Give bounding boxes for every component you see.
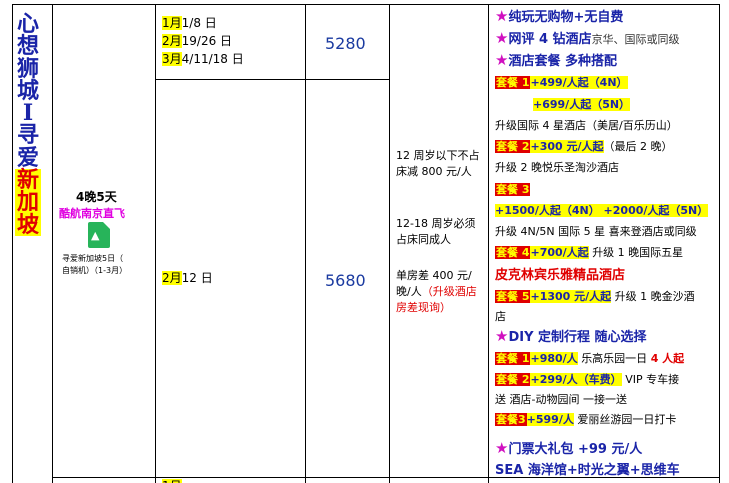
date-line: 2月19/26 日 xyxy=(162,34,233,48)
hotel-name: 皮克林宾乐雅精品酒店 xyxy=(495,268,626,283)
title-char: 寻 xyxy=(16,122,39,149)
pdf-caption: 自销机）（1-3月） xyxy=(62,266,128,275)
price-value: 5680 xyxy=(325,271,366,290)
table-border-top xyxy=(12,4,719,5)
itinerary-table: 心 想 狮 城 I 寻 爱 新 加 坡 4晚5天 酷航南京直飞 ▲ 寻爱新加坡5… xyxy=(0,0,729,483)
col-divider xyxy=(52,4,53,483)
package-line: 套餐 5+1300 元/人起 升级 1 晚金沙酒 xyxy=(495,290,695,303)
duration-label: 4晚5天 xyxy=(76,190,117,204)
date-line: 2月12 日 xyxy=(162,271,213,285)
package-line: 套餐 3 xyxy=(495,183,531,196)
pdf-caption: 寻爱新加坡5日（ xyxy=(62,254,124,263)
vertical-title: 心 想 狮 城 I 寻 爱 新 加 坡 xyxy=(14,13,42,236)
package-desc: 升级国际 4 星酒店（美居/百乐历山） xyxy=(495,119,678,132)
title-char: 爱 xyxy=(16,144,39,171)
col-divider xyxy=(305,4,306,483)
table-border-left xyxy=(12,4,13,483)
date-line: 1月1/8 日 xyxy=(162,16,217,30)
col-divider xyxy=(389,4,390,483)
row-divider xyxy=(155,79,389,80)
feature-line: ★门票大礼包 +99 元/人 xyxy=(495,439,643,457)
title-char: 加 xyxy=(15,189,41,216)
package-line: 套餐 4+700/人起 升级 1 晚国际五星 xyxy=(495,246,684,259)
single-room-note: 单房差 400 元/晚/人（升级酒店房差现询） xyxy=(396,269,477,314)
airline-label: 酷航南京直飞 xyxy=(59,207,125,220)
feature-line: ★酒店套餐 多种搭配 xyxy=(495,51,617,69)
pdf-file-icon[interactable]: ▲ xyxy=(88,222,110,248)
feature-line: ★纯玩无购物+无自费 xyxy=(495,7,624,25)
child-note: 12-18 周岁必须占床同成人 xyxy=(396,217,476,246)
col-divider xyxy=(488,4,489,483)
title-char: 心 xyxy=(16,11,39,37)
package-desc: 升级 2 晚悦乐圣淘沙酒店 xyxy=(495,161,619,174)
price-value: 5280 xyxy=(325,34,366,53)
feature-line: ★DIY 定制行程 随心选择 xyxy=(495,327,647,345)
title-char: 想 xyxy=(16,33,39,60)
col-divider xyxy=(155,4,156,483)
title-char: 城 xyxy=(16,77,39,104)
package-desc: 店 xyxy=(495,310,506,323)
child-note: 12 周岁以下不占床减 800 元/人 xyxy=(396,149,480,178)
package-desc: 送 酒店-动物园间 一接一送 xyxy=(495,393,627,406)
title-char: I xyxy=(22,100,34,127)
package-line: 套餐 2+300 元/人起（最后 2 晚） xyxy=(495,140,673,153)
date-line: 3月4/11/18 日 xyxy=(162,52,244,66)
title-char: 狮 xyxy=(16,55,39,82)
package-line: 套餐 1+980/人 乐高乐园一日 4 人起 xyxy=(495,352,685,365)
title-char: 坡 xyxy=(15,211,41,238)
title-char: 新 xyxy=(15,167,41,194)
package-line: +1500/人起（4N） +2000/人起（5N） xyxy=(495,204,709,217)
feature-line: ★网评 4 钻酒店京华、国际或同级 xyxy=(495,29,680,47)
package-line: 套餐 2+299/人（车费） VIP 专车接 xyxy=(495,373,680,386)
feature-line: SEA 海洋馆+时光之翼+思维车 xyxy=(495,463,680,478)
date-line: 1月 xyxy=(162,478,182,483)
package-line: 套餐3+599/人 爱丽丝游园一日打卡 xyxy=(495,413,677,426)
package-line: +699/人起（5N） xyxy=(533,98,631,111)
package-line: 套餐 1+499/人起（4N） xyxy=(495,76,628,89)
table-border-right xyxy=(719,4,720,483)
package-desc: 升级 4N/5N 国际 5 星 喜来登酒店或同级 xyxy=(495,225,697,238)
